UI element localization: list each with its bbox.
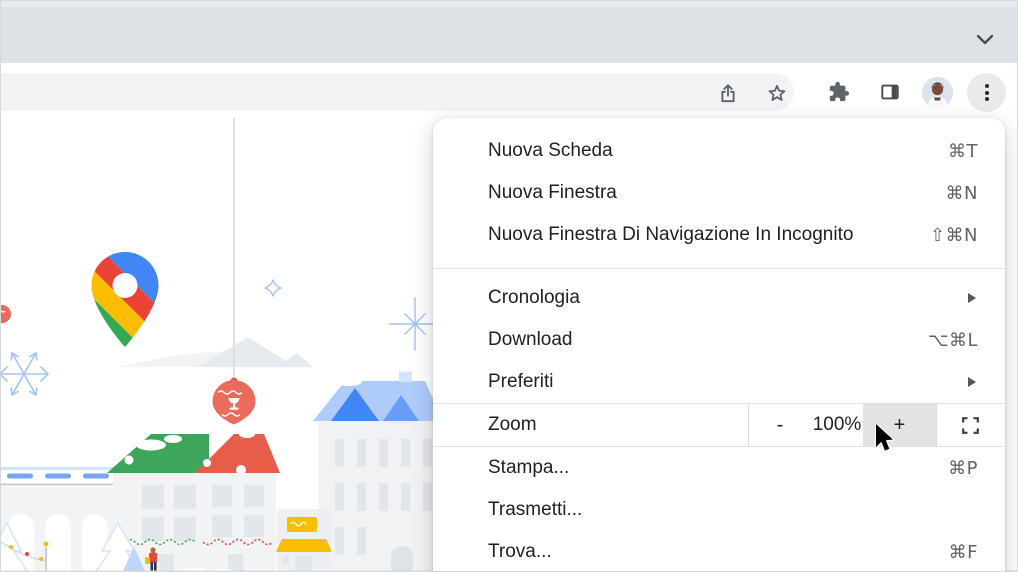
menu-item-shortcut: ⇧⌘N	[929, 224, 978, 246]
menu-item-cast[interactable]: Trasmetti...	[433, 489, 1005, 531]
bookmark-star-icon[interactable]	[765, 81, 789, 105]
window-top-edge	[1, 1, 1017, 7]
menu-item-new-tab[interactable]: Nuova Scheda ⌘T	[433, 130, 1005, 172]
toolbar	[1, 63, 1017, 118]
menu-item-label: Cronologia	[488, 287, 580, 308]
menu-item-label: Nuova Finestra Di Navigazione In Incogni…	[488, 224, 854, 245]
tab-strip	[1, 1, 1017, 63]
share-icon[interactable]	[716, 81, 740, 105]
extensions-puzzle-icon[interactable]	[827, 81, 851, 105]
menu-section: Nuova Scheda ⌘T Nuova Finestra ⌘N Nuova …	[433, 118, 1005, 268]
menu-item-label: Stampa...	[488, 457, 570, 478]
fullscreen-icon[interactable]	[936, 404, 1004, 446]
chevron-down-icon[interactable]	[971, 25, 999, 53]
menu-item-new-window[interactable]: Nuova Finestra ⌘N	[433, 172, 1005, 214]
menu-section: Cronologia Download ⌥⌘L Preferiti	[433, 269, 1005, 403]
menu-item-shortcut: ⌘F	[948, 541, 978, 563]
submenu-arrow-icon	[968, 377, 976, 387]
menu-item-downloads[interactable]: Download ⌥⌘L	[433, 319, 1005, 361]
menu-item-find[interactable]: Trova... ⌘F	[433, 531, 1005, 571]
menu-item-shortcut: ⌘P	[948, 457, 978, 479]
browser-window: Nuova Scheda ⌘T Nuova Finestra ⌘N Nuova …	[0, 0, 1018, 572]
side-panel-icon[interactable]	[878, 81, 902, 105]
address-bar[interactable]	[1, 73, 794, 111]
zoom-label: Zoom	[433, 404, 749, 446]
chrome-main-menu: Nuova Scheda ⌘T Nuova Finestra ⌘N Nuova …	[433, 118, 1005, 571]
submenu-arrow-icon	[968, 293, 976, 303]
menu-item-label: Trova...	[488, 541, 552, 562]
menu-item-new-incognito-window[interactable]: Nuova Finestra Di Navigazione In Incogni…	[433, 214, 1005, 256]
menu-item-shortcut: ⌘T	[948, 140, 978, 162]
menu-section: Stampa... ⌘P Trasmetti... Trova... ⌘F	[433, 447, 1005, 571]
menu-item-shortcut: ⌥⌘L	[927, 329, 978, 351]
menu-item-label: Trasmetti...	[488, 499, 583, 520]
menu-item-history[interactable]: Cronologia	[433, 277, 1005, 319]
menu-item-bookmarks[interactable]: Preferiti	[433, 361, 1005, 403]
three-dot-menu-icon[interactable]	[967, 73, 1006, 112]
menu-item-shortcut: ⌘N	[945, 182, 978, 204]
menu-item-label: Nuova Finestra	[488, 182, 617, 203]
zoom-out-button[interactable]: -	[749, 404, 811, 446]
profile-avatar[interactable]	[922, 77, 953, 108]
menu-item-label: Preferiti	[488, 371, 554, 392]
menu-item-zoom: Zoom - 100% +	[433, 404, 1005, 446]
menu-item-label: Nuova Scheda	[488, 140, 613, 161]
zoom-in-button[interactable]: +	[863, 404, 936, 446]
menu-item-print[interactable]: Stampa... ⌘P	[433, 447, 1005, 489]
zoom-level-value: 100%	[812, 414, 862, 435]
menu-item-label: Download	[488, 329, 573, 350]
